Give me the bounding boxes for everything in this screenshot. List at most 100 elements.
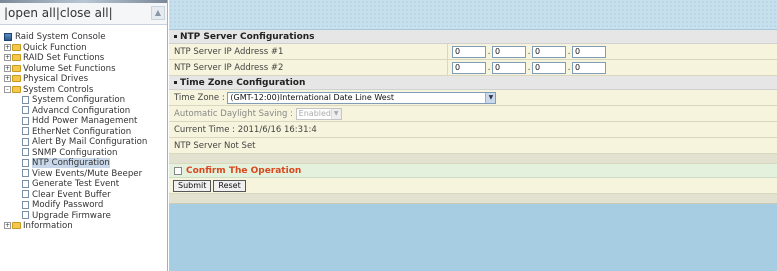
ip-octet-input[interactable]: 0 [492,45,526,58]
tree-item[interactable]: + Quick Function [2,43,167,54]
expand-icon[interactable]: + [4,64,11,72]
confirm-checkbox[interactable] [174,166,182,175]
tree-item-label: View Events/Mute Beeper [32,168,143,179]
tree-item[interactable]: - System Controls [2,85,167,96]
doc-icon [22,211,29,219]
tree-item[interactable]: EtherNet Configuration [2,127,167,138]
tree-item[interactable]: System Configuration [2,95,167,106]
tree-item[interactable]: + Information [2,221,167,232]
chevron-down-icon: ▼ [485,92,496,103]
tree-item[interactable]: View Events/Mute Beeper [2,169,167,180]
doc-icon [22,127,29,135]
time-zone-row: Time Zone : (GMT-12:00)International Dat… [169,90,777,106]
reset-button[interactable]: Reset [213,180,246,192]
tree-item-label: Hdd Power Management [32,116,138,126]
doc-icon [22,169,29,177]
ntp-configuration-form: NTP Server Configurations NTP Server IP … [169,30,777,204]
open-all-link[interactable]: |open all [4,6,56,20]
tree-item-label: Volume Set Functions [23,63,116,74]
section-title: NTP Server Configurations [180,32,315,42]
expand-icon[interactable]: + [4,43,11,51]
tree-item[interactable]: + Volume Set Functions [2,64,167,75]
tree-item[interactable]: Advancd Configuration [2,106,167,117]
tree-item-label: Information [23,221,73,231]
raid-icon [4,32,12,41]
tree-item-label: Modify Password [32,200,104,210]
daylight-saving-label: Automatic Daylight Saving : [174,109,293,119]
doc-icon [22,158,29,167]
tree-item[interactable]: Alert By Mail Configuration [2,137,167,148]
ip-octet-input[interactable]: 0 [452,45,486,58]
doc-icon [22,190,29,198]
tree-item-label: Raid System Console [15,32,106,42]
time-zone-select[interactable]: (GMT-12:00)International Date Line West ▼ [227,91,497,104]
tree-item-label: Advancd Configuration [32,105,131,116]
tree-item[interactable]: + Physical Drives [2,74,167,85]
tree-item[interactable]: Upgrade Firmware [2,211,167,222]
tree-item-label: Alert By Mail Configuration [32,137,148,147]
tree-item-label: NTP Configuration [32,158,110,168]
doc-icon [22,148,29,156]
tree-item[interactable]: SNMP Configuration [2,148,167,159]
expand-icon[interactable]: + [4,222,11,229]
close-all-link[interactable]: close all| [60,6,113,20]
tree-item-label: Upgrade Firmware [32,210,111,221]
daylight-saving-select: Enabled ▼ [295,107,342,120]
expand-icon[interactable]: + [4,54,11,61]
time-zone-section-header: Time Zone Configuration [169,76,777,90]
ntp-server-2-ip: 0. 0. 0. 0 [448,60,606,75]
content-header-band [169,0,777,30]
ip-octet-input[interactable]: 0 [572,45,606,58]
scroll-up-arrow-icon[interactable]: ▲ [151,6,165,20]
tree-item-label: Generate Test Event [32,179,120,189]
ntp-server-section-header: NTP Server Configurations [169,30,777,44]
tree-item-label: Clear Event Buffer [32,189,111,200]
doc-icon [22,95,29,104]
tree-item[interactable]: Raid System Console [2,32,167,43]
tree-item-label: RAID Set Functions [23,53,105,63]
tree-item[interactable]: + RAID Set Functions [2,53,167,64]
doc-icon [22,116,29,125]
doc-icon [22,200,29,209]
tree-item[interactable]: NTP Configuration [2,158,167,169]
doc-icon [22,137,29,146]
ip-octet-input[interactable]: 0 [532,45,566,58]
ntp-status-row: NTP Server Not Set [169,138,777,154]
tree-item-label: Quick Function [23,42,87,53]
tree-item-label: SNMP Configuration [32,147,118,158]
confirm-row: Confirm The Operation [169,164,777,178]
time-zone-value: (GMT-12:00)International Date Line West [230,92,395,102]
folder-icon [12,64,21,72]
form-footer-strip [169,194,777,204]
tree-item-label: System Configuration [32,95,126,105]
collapse-icon[interactable]: - [4,85,11,93]
expand-icon[interactable]: + [4,75,11,82]
tree-item-label: EtherNet Configuration [32,126,132,137]
current-time-text: Current Time : 2011/6/16 16:31:4 [174,125,317,135]
doc-icon [22,106,29,114]
current-time-row: Current Time : 2011/6/16 16:31:4 [169,122,777,138]
ip-octet-input[interactable]: 0 [572,61,606,74]
ntp-server-1-row: NTP Server IP Address #1 0. 0. 0. 0 [169,44,777,60]
folder-icon [12,54,21,61]
tree-toolbar: |open all|close all| ▲ [0,3,167,25]
tree-item[interactable]: Modify Password [2,200,167,211]
folder-icon [12,222,21,229]
time-zone-label: Time Zone : [174,93,225,103]
ip-octet-input[interactable]: 0 [452,61,486,74]
submit-button[interactable]: Submit [173,180,212,192]
tree-item-label: System Controls [23,84,94,95]
tree-item[interactable]: Clear Event Buffer [2,190,167,201]
ntp-status-text: NTP Server Not Set [174,141,256,151]
ntp-server-2-label: NTP Server IP Address #2 [169,60,448,75]
navigation-pane: |open all|close all| ▲ Raid System Conso… [0,0,168,271]
tree-item[interactable]: Generate Test Event [2,179,167,190]
section-title: Time Zone Configuration [180,78,306,88]
tree-item[interactable]: Hdd Power Management [2,116,167,127]
ntp-server-1-label: NTP Server IP Address #1 [169,44,448,59]
ip-octet-input[interactable]: 0 [492,61,526,74]
form-buttons: Submit Reset [169,178,777,194]
confirm-label: Confirm The Operation [186,166,302,176]
daylight-saving-value: Enabled [298,108,331,118]
ip-octet-input[interactable]: 0 [532,61,566,74]
